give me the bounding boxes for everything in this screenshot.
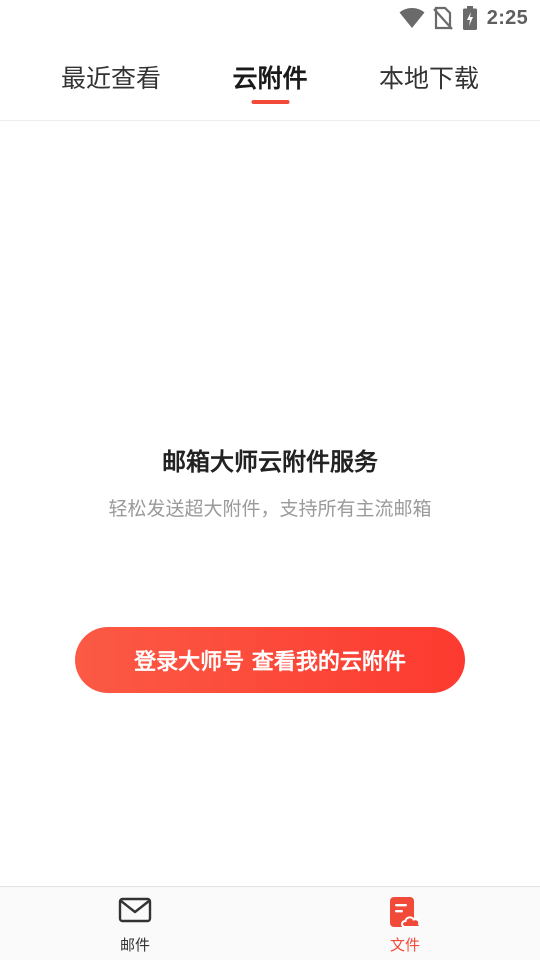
empty-state-title: 邮箱大师云附件服务 (162, 448, 378, 476)
nav-item-mail-label: 邮件 (119, 936, 150, 954)
login-view-cloud-attachments-button[interactable]: 登录大师号 查看我的云附件 (75, 627, 465, 693)
tab-cloud-attachments-label: 云附件 (232, 64, 308, 93)
tab-local-downloads[interactable]: 本地下载 (379, 54, 479, 120)
tab-recent-label: 最近查看 (60, 64, 162, 93)
mail-icon (118, 897, 152, 927)
status-time: 2:25 (486, 6, 528, 29)
screen: 2:25 最近查看 云附件 本地下载 邮箱大师云附件服务 轻松发送超大附件，支持… (0, 0, 540, 960)
empty-state-subtitle: 轻松发送超大附件，支持所有主流邮箱 (108, 498, 432, 520)
battery-charging-icon (462, 6, 477, 30)
active-tab-indicator (250, 100, 289, 104)
file-cloud-icon (388, 897, 422, 933)
tab-local-downloads-label: 本地下载 (378, 64, 480, 93)
status-bar: 2:25 (0, 0, 540, 36)
tab-cloud-attachments[interactable]: 云附件 (232, 54, 308, 120)
nav-item-files[interactable]: 文件 (345, 887, 465, 960)
status-icons: 2:25 (399, 5, 528, 31)
nav-item-mail[interactable]: 邮件 (75, 887, 195, 960)
bottom-nav: 邮件 文件 (0, 886, 540, 960)
tab-bar: 最近查看 云附件 本地下载 (0, 54, 540, 121)
tab-recent[interactable]: 最近查看 (61, 54, 161, 120)
no-sim-icon (432, 6, 453, 30)
nav-item-files-label: 文件 (389, 936, 420, 954)
wifi-icon (399, 7, 425, 29)
